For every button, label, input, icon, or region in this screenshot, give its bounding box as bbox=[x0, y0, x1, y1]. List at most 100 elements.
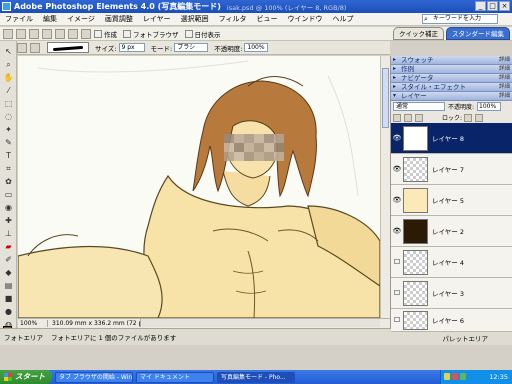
marquee-tool-icon[interactable]: ⬚ bbox=[3, 99, 14, 109]
paint-bucket-tool-icon[interactable]: ◆ bbox=[3, 268, 14, 278]
search-input[interactable]: ⌕ キーワードを入力 bbox=[422, 14, 498, 24]
straighten-tool-icon[interactable]: ▭ bbox=[3, 190, 14, 200]
brush-tool-icon[interactable] bbox=[17, 42, 27, 53]
email-icon[interactable] bbox=[55, 28, 65, 39]
layer-row[interactable]: ☐ レイヤー 4 bbox=[391, 247, 512, 278]
blur-tool-icon[interactable]: ● bbox=[3, 307, 14, 317]
vertical-scrollbar[interactable] bbox=[380, 56, 390, 318]
close-button[interactable]: × bbox=[499, 1, 510, 11]
lock-all-icon[interactable] bbox=[475, 113, 484, 122]
tab-quick-fix[interactable]: クイック補正 bbox=[393, 27, 444, 40]
scroll-thumb[interactable] bbox=[382, 68, 389, 128]
palette-layers[interactable]: レイヤー 詳細 bbox=[391, 92, 512, 101]
menu-window[interactable]: ウインドウ bbox=[283, 14, 328, 24]
menu-file[interactable]: ファイル bbox=[0, 14, 38, 24]
layer-row[interactable]: 👁 レイヤー 7 bbox=[391, 154, 512, 185]
layer-row[interactable]: 👁 レイヤー 5 bbox=[391, 185, 512, 216]
visibility-eye-icon[interactable]: ☐ bbox=[391, 289, 403, 297]
mode-select[interactable]: ブラシ bbox=[174, 43, 209, 52]
visibility-eye-icon[interactable]: 👁 bbox=[391, 134, 403, 142]
palette-more-button[interactable]: 詳細 bbox=[499, 74, 510, 82]
selection-brush-tool-icon[interactable]: ✎ bbox=[3, 138, 14, 148]
healing-brush-tool-icon[interactable]: ✚ bbox=[3, 216, 14, 226]
menu-filter[interactable]: フィルタ bbox=[214, 14, 252, 24]
start-button[interactable]: スタート bbox=[0, 370, 52, 384]
red-eye-tool-icon[interactable]: ◉ bbox=[3, 203, 14, 213]
menu-edit[interactable]: 編集 bbox=[38, 14, 62, 24]
palette-more-button[interactable]: 詳細 bbox=[499, 83, 510, 91]
menu-enhance[interactable]: 画質調整 bbox=[100, 14, 138, 24]
maximize-button[interactable]: □ bbox=[487, 1, 498, 11]
brush-preset-picker[interactable] bbox=[47, 42, 89, 53]
taskbar-item-photoshop[interactable]: 写真編集モード - Pho... bbox=[217, 371, 295, 383]
layer-row[interactable]: ☐ レイヤー 6 bbox=[391, 309, 512, 332]
open-file-icon[interactable] bbox=[16, 28, 26, 39]
palette-more-button[interactable]: 詳細 bbox=[499, 92, 510, 100]
menu-select[interactable]: 選択範囲 bbox=[176, 14, 214, 24]
visibility-eye-icon[interactable]: ☐ bbox=[391, 258, 403, 266]
menu-view[interactable]: ビュー bbox=[252, 14, 283, 24]
move-tool-icon[interactable]: ↖ bbox=[3, 47, 14, 57]
visibility-eye-icon[interactable]: 👁 bbox=[391, 165, 403, 173]
gradient-tool-icon[interactable]: ▤ bbox=[3, 281, 14, 291]
adjustment-layer-icon[interactable] bbox=[404, 113, 412, 122]
palette-how-to[interactable]: 作例 詳細 bbox=[391, 65, 512, 74]
opacity-field[interactable]: 100% bbox=[244, 43, 269, 52]
palette-swatches[interactable]: スウォッチ 詳細 bbox=[391, 56, 512, 65]
crop-tool-icon[interactable]: ⌗ bbox=[3, 164, 14, 174]
redo-icon[interactable] bbox=[81, 28, 91, 39]
size-field[interactable]: 9 px bbox=[118, 43, 145, 52]
lock-transparency-icon[interactable] bbox=[464, 113, 473, 122]
taskbar-item-browser[interactable]: タブ ブラウザの開始 - Win... bbox=[55, 371, 133, 383]
blend-mode-select[interactable]: 通常 bbox=[393, 102, 445, 111]
palette-styles-effects[interactable]: スタイル・エフェクト 詳細 bbox=[391, 83, 512, 92]
tab-standard-edit[interactable]: スタンダード編集 bbox=[446, 27, 510, 40]
menu-help[interactable]: ヘルプ bbox=[328, 14, 359, 24]
new-file-icon[interactable] bbox=[3, 28, 13, 39]
visibility-eye-icon[interactable]: ☐ bbox=[391, 316, 403, 324]
minimize-button[interactable]: _ bbox=[475, 1, 486, 11]
layer-row[interactable]: 👁 レイヤー 2 bbox=[391, 216, 512, 247]
clock[interactable]: 12:35 bbox=[489, 373, 508, 381]
zoom-tool-icon[interactable]: ⌕ bbox=[3, 60, 14, 70]
save-icon[interactable] bbox=[29, 28, 39, 39]
clone-stamp-tool-icon[interactable]: ⊥ bbox=[3, 229, 14, 239]
menu-image[interactable]: イメージ bbox=[62, 14, 100, 24]
menu-layer[interactable]: レイヤー bbox=[138, 14, 176, 24]
palette-more-button[interactable]: 詳細 bbox=[499, 65, 510, 73]
hand-tool-icon[interactable]: ✋ bbox=[3, 73, 14, 83]
layer-row[interactable]: 👁 レイヤー 8 bbox=[391, 123, 512, 154]
palette-more-button[interactable]: 詳細 bbox=[499, 56, 510, 64]
tray-icon[interactable] bbox=[452, 373, 458, 380]
photo-bin-toggle[interactable]: フォトエリア bbox=[4, 332, 43, 342]
zoom-level[interactable]: 100% bbox=[18, 320, 48, 327]
taskbar-item-my-documents[interactable]: マイ ドキュメント bbox=[136, 371, 214, 383]
new-layer-icon[interactable] bbox=[393, 113, 401, 122]
print-icon[interactable] bbox=[42, 28, 52, 39]
palette-navigator[interactable]: ナビゲータ 詳細 bbox=[391, 74, 512, 83]
document-canvas[interactable] bbox=[18, 56, 380, 318]
layer-opacity-field[interactable]: 100% bbox=[477, 102, 502, 111]
tray-icon[interactable] bbox=[460, 373, 466, 380]
visibility-eye-icon[interactable]: 👁 bbox=[391, 196, 403, 204]
window-title: Adobe Photoshop Elements 4.0 (写真編集モード) bbox=[14, 2, 221, 11]
eraser-preset-icon[interactable] bbox=[30, 42, 40, 53]
photo-browser-button[interactable]: フォトブラウザ bbox=[123, 29, 179, 39]
eyedropper-tool-icon[interactable]: ⁄ bbox=[3, 86, 14, 96]
undo-icon[interactable] bbox=[68, 28, 78, 39]
layer-row[interactable]: ☐ レイヤー 3 bbox=[391, 278, 512, 309]
palette-area-toggle[interactable]: パレットエリア bbox=[443, 333, 489, 343]
date-view-button[interactable]: 日付表示 bbox=[184, 29, 221, 39]
create-button[interactable]: 作成 bbox=[94, 29, 117, 39]
delete-layer-icon[interactable] bbox=[415, 113, 423, 122]
horizontal-scrollbar[interactable] bbox=[140, 319, 380, 327]
lasso-tool-icon[interactable]: ◌ bbox=[3, 112, 14, 122]
eraser-tool-icon[interactable]: ▰ bbox=[3, 242, 14, 252]
tray-icon[interactable] bbox=[444, 373, 450, 380]
type-tool-icon[interactable]: T bbox=[3, 151, 14, 161]
shape-tool-icon[interactable]: ■ bbox=[3, 294, 14, 304]
brush-tool-icon-active[interactable]: ✐ bbox=[3, 255, 14, 265]
cookie-cutter-tool-icon[interactable]: ✿ bbox=[3, 177, 14, 187]
magic-wand-tool-icon[interactable]: ✦ bbox=[3, 125, 14, 135]
visibility-eye-icon[interactable]: 👁 bbox=[391, 227, 403, 235]
